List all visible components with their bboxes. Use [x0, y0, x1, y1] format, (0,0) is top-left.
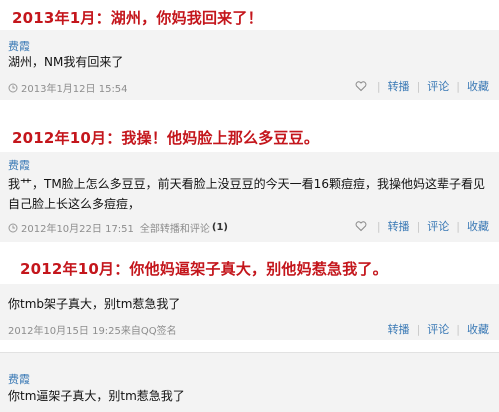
separator: | — [376, 219, 381, 233]
post4-author[interactable]: 费霞 — [8, 371, 30, 387]
post2-comment-button[interactable]: 评论 — [427, 218, 449, 234]
post2-meta: 2012年10月22日 17:51 全部转播和评论 (1) — [8, 220, 228, 235]
separator: | — [416, 322, 421, 336]
post1-repost-button[interactable]: 转播 — [388, 78, 410, 94]
separator: | — [456, 219, 460, 233]
post2-time[interactable]: 2012年10月22日 17:51 — [21, 220, 134, 235]
post3-meta: 2012年10月15日 19:25来自QQ签名 — [8, 322, 177, 337]
separator: | — [456, 322, 460, 336]
post2-collect-button[interactable]: 收藏 — [467, 218, 489, 234]
separator: | — [416, 79, 421, 93]
post4-text: 你tm逼架子真大，别tm惹急我了 — [8, 389, 185, 403]
post2-text: 我艹，TM脸上怎么多豆豆，前天看脸上没豆豆的今天一看16颗痘痘，我操他妈这辈子看… — [8, 177, 485, 211]
post1-caption: 2013年1月：湖州，你妈我回来了！ — [0, 0, 499, 30]
heart-icon[interactable] — [355, 220, 367, 232]
clock-icon — [8, 223, 18, 232]
post3-caption-text: 2012年10月：你他妈逼架子真大，别他妈惹急我了。 — [20, 260, 388, 278]
post3-repost-button[interactable]: 转播 — [388, 321, 410, 337]
post1-meta: 2013年1月12日 15:54 — [8, 80, 128, 95]
separator: | — [376, 79, 381, 93]
post2-all-reposts-link[interactable]: 全部转播和评论 — [140, 220, 210, 235]
post1-actions: | 转播 | 评论 | 收藏 — [355, 78, 489, 94]
separator: | — [416, 219, 421, 233]
post2-caption-text: 2012年10月：我操！他妈脸上那么多豆豆。 — [12, 129, 320, 147]
post2-actions: | 转播 | 评论 | 收藏 — [355, 218, 489, 234]
separator: | — [456, 79, 460, 93]
post1-comment-button[interactable]: 评论 — [427, 78, 449, 94]
post1-time[interactable]: 2013年1月12日 15:54 — [21, 80, 128, 95]
post3-comment-button[interactable]: 评论 — [427, 321, 449, 337]
post2-all-count: (1) — [211, 222, 229, 233]
post2-caption: 2012年10月：我操！他妈脸上那么多豆豆。 — [0, 122, 499, 152]
post3-actions: 转播 | 评论 | 收藏 — [388, 321, 489, 337]
post2-repost-button[interactable]: 转播 — [388, 218, 410, 234]
post1-caption-text: 2013年1月：湖州，你妈我回来了！ — [12, 9, 263, 27]
post3-text: 你tmb架子真大，别tm惹急我了 — [8, 297, 181, 311]
heart-icon[interactable] — [355, 80, 367, 92]
post3-collect-button[interactable]: 收藏 — [467, 321, 489, 337]
clock-icon — [8, 83, 18, 92]
post3-time[interactable]: 2012年10月15日 19:25来自QQ签名 — [8, 322, 177, 337]
post1-collect-button[interactable]: 收藏 — [467, 78, 489, 94]
post1-text: 湖州，NM我有回来了 — [8, 55, 124, 69]
post2-author[interactable]: 费霞 — [8, 157, 30, 173]
post3-caption: 2012年10月：你他妈逼架子真大，别他妈惹急我了。 — [0, 254, 499, 284]
